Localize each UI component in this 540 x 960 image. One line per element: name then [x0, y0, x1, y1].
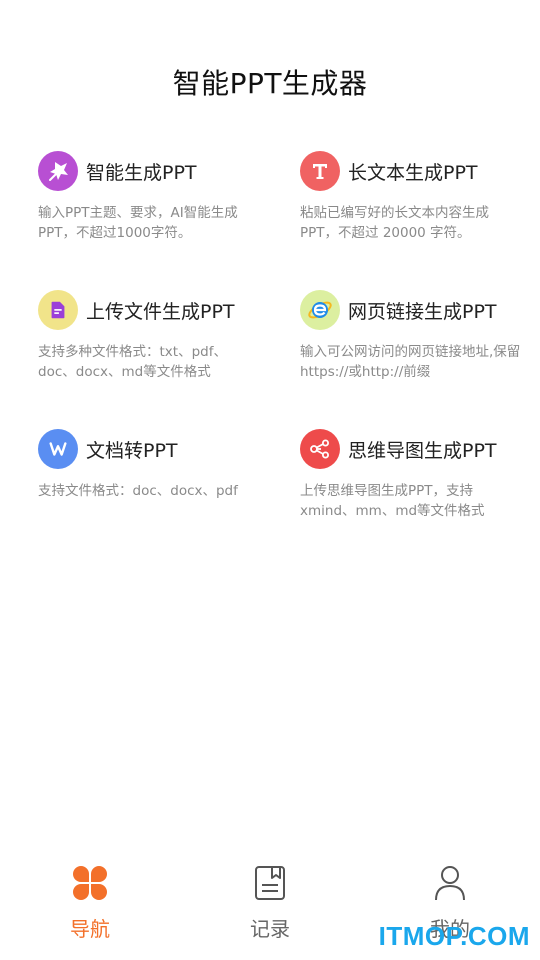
page-title: 智能PPT生成器 — [172, 67, 368, 100]
feature-desc: 输入可公网访问的网页链接地址,保留https://或http://前缀 — [300, 344, 521, 380]
feature-mindmap[interactable]: 思维导图生成PPT 上传思维导图生成PPT，支持xmind、mm、md等文件格式 — [300, 429, 522, 521]
feature-desc: 支持文件格式：doc、docx、pdf — [38, 483, 238, 499]
feature-title: 上传文件生成PPT — [86, 300, 235, 323]
feature-title: 长文本生成PPT — [348, 161, 478, 184]
app-screen: 智能PPT生成器 智能生成PPT 输入PPT主题、要求，AI智能生成PPT，不超… — [0, 0, 540, 960]
feature-long-text[interactable]: 长文本生成PPT 粘贴已编写好的长文本内容生成PPT，不超过 20000 字符。 — [300, 151, 522, 243]
tab-navigation[interactable]: 导航 — [30, 863, 150, 942]
feature-header[interactable]: 网页链接生成PPT — [300, 290, 522, 330]
feature-title: 网页链接生成PPT — [348, 300, 497, 323]
feature-title: 智能生成PPT — [86, 161, 197, 184]
feature-desc: 上传思维导图生成PPT，支持xmind、mm、md等文件格式 — [300, 483, 485, 519]
browser-e-icon — [300, 290, 340, 330]
letter-t-icon — [300, 151, 340, 191]
feature-header[interactable]: 文档转PPT — [38, 429, 260, 469]
clover-grid-icon — [30, 863, 150, 903]
feature-header[interactable]: 长文本生成PPT — [300, 151, 522, 191]
feature-smart-generate[interactable]: 智能生成PPT 输入PPT主题、要求，AI智能生成PPT，不超过1000字符。 — [38, 151, 260, 243]
feature-doc-to-ppt[interactable]: 文档转PPT 支持文件格式：doc、docx、pdf — [38, 429, 260, 501]
user-icon — [390, 863, 510, 903]
feature-desc: 粘贴已编写好的长文本内容生成PPT，不超过 20000 字符。 — [300, 205, 489, 241]
feature-header[interactable]: 思维导图生成PPT — [300, 429, 522, 469]
document-icon — [38, 290, 78, 330]
feature-title: 思维导图生成PPT — [348, 439, 497, 462]
feature-title: 文档转PPT — [86, 439, 178, 462]
share-nodes-icon — [300, 429, 340, 469]
word-w-icon — [38, 429, 78, 469]
watermark-logo: ITMOP.COM — [378, 921, 530, 951]
feature-header[interactable]: 上传文件生成PPT — [38, 290, 260, 330]
sparkle-icon — [38, 151, 78, 191]
tab-label: 记录 — [250, 917, 290, 941]
tab-records[interactable]: 记录 — [210, 863, 330, 942]
feature-desc: 支持多种文件格式：txt、pdf、doc、docx、md等文件格式 — [38, 344, 227, 380]
feature-header[interactable]: 智能生成PPT — [38, 151, 260, 191]
feature-desc: 输入PPT主题、要求，AI智能生成PPT，不超过1000字符。 — [38, 205, 238, 241]
tab-label: 导航 — [70, 917, 110, 941]
bookmark-doc-icon — [210, 863, 330, 903]
feature-upload-file[interactable]: 上传文件生成PPT 支持多种文件格式：txt、pdf、doc、docx、md等文… — [38, 290, 260, 382]
feature-web-link[interactable]: 网页链接生成PPT 输入可公网访问的网页链接地址,保留https://或http… — [300, 290, 522, 382]
